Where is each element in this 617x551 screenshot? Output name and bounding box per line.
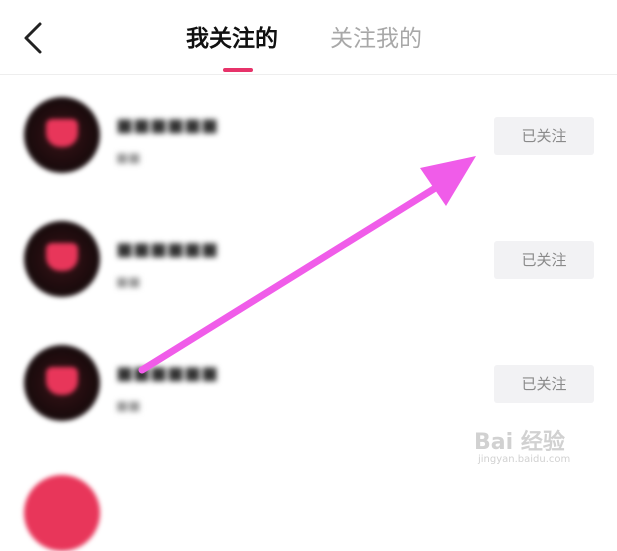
watermark-url: jingyan.baidu.com bbox=[478, 454, 571, 465]
avatar bbox=[24, 475, 100, 551]
list-item[interactable]: ■■■■■■ ■■ 已关注 bbox=[0, 75, 617, 200]
heart-icon bbox=[46, 243, 78, 271]
user-subtitle-blurred: ■■ bbox=[116, 399, 141, 414]
top-nav-bar: 我关注的 关注我的 bbox=[0, 0, 617, 75]
chevron-left-icon bbox=[24, 22, 42, 54]
user-name-blurred: ■■■■■■ bbox=[116, 115, 219, 136]
followed-button[interactable]: 已关注 bbox=[494, 365, 594, 403]
followed-button[interactable]: 已关注 bbox=[494, 241, 594, 279]
user-name-blurred: ■■■■■■ bbox=[116, 363, 219, 384]
watermark-logo-text: Bai 经验 bbox=[474, 430, 565, 455]
tab-following[interactable]: 我关注的 bbox=[186, 22, 278, 56]
followed-button[interactable]: 已关注 bbox=[494, 117, 594, 155]
list-item[interactable]: ■■■■■■ ■■ 已关注 bbox=[0, 199, 617, 324]
back-button[interactable] bbox=[18, 20, 50, 56]
avatar bbox=[24, 221, 100, 297]
active-tab-indicator bbox=[223, 68, 253, 72]
user-subtitle-blurred: ■■ bbox=[116, 151, 141, 166]
user-name-blurred: ■■■■■■ bbox=[116, 239, 219, 260]
avatar bbox=[24, 97, 100, 173]
tab-followers[interactable]: 关注我的 bbox=[330, 22, 422, 56]
heart-icon bbox=[46, 119, 78, 147]
baidu-jingyan-watermark: Bai 经验 jingyan.baidu.com bbox=[474, 424, 604, 465]
heart-icon bbox=[46, 367, 78, 395]
avatar bbox=[24, 345, 100, 421]
user-subtitle-blurred: ■■ bbox=[116, 275, 141, 290]
